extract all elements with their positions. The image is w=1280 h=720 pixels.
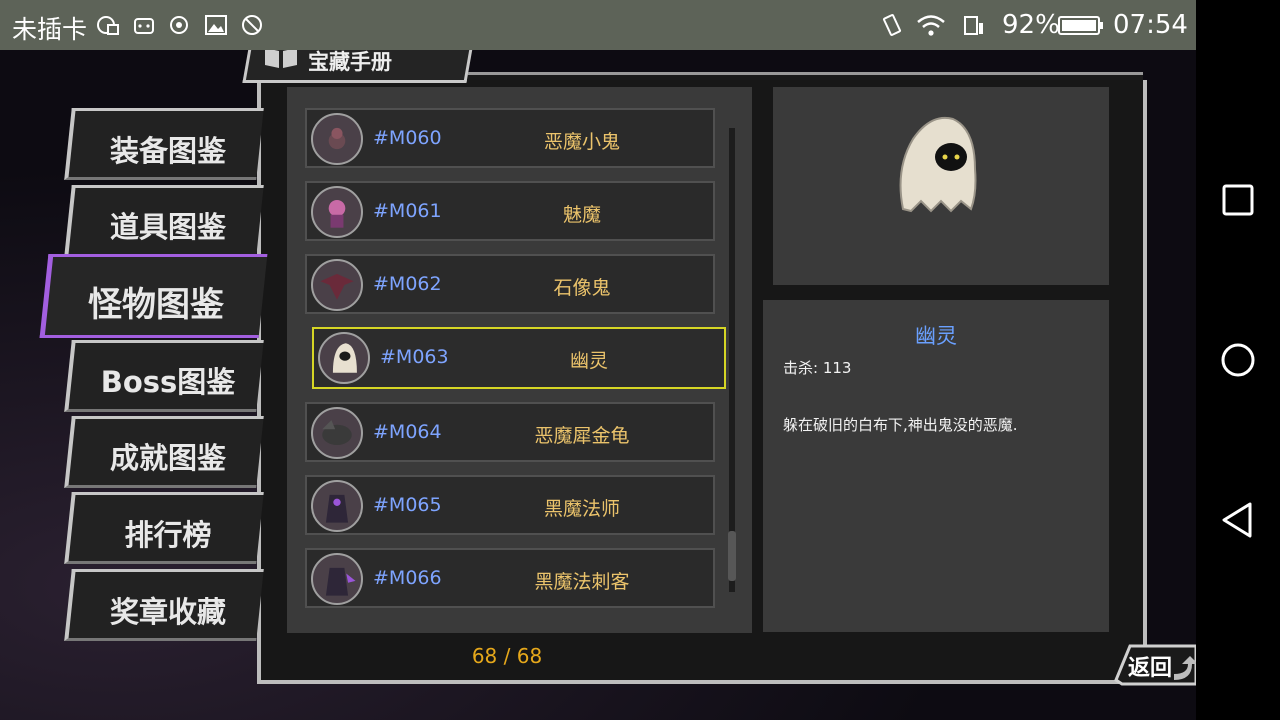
sidebar-item-label: Boss图鉴 <box>100 365 236 399</box>
sim-card-icon <box>97 16 119 35</box>
monster-code: #M060 <box>373 127 442 149</box>
monster-code: #M062 <box>373 273 442 295</box>
monster-name: 黑魔法刺客 <box>534 571 630 593</box>
vibrate-icon <box>882 14 902 36</box>
sidebar-item-label: 奖章收藏 <box>109 595 226 629</box>
monster-avatar-icon <box>311 113 363 165</box>
camera-ring-icon <box>170 16 188 34</box>
page-counter: 68 / 68 <box>471 644 543 668</box>
recent-apps-icon[interactable] <box>1214 176 1262 224</box>
monster-avatar-icon <box>311 553 363 605</box>
list-item[interactable]: #M066 黑魔法刺客 <box>305 548 715 608</box>
wifi-icon <box>917 15 945 36</box>
back-nav-icon[interactable] <box>1214 496 1262 544</box>
monster-code: #M063 <box>380 346 449 368</box>
page-title: 宝藏手册 <box>308 50 392 74</box>
scrollbar-track[interactable] <box>729 128 735 592</box>
navigation-bar <box>1196 0 1280 720</box>
monster-detail-name: 幽灵 <box>915 324 957 348</box>
monster-avatar-icon <box>311 407 363 459</box>
sidebar-item-label: 怪物图鉴 <box>88 285 224 325</box>
monster-avatar-icon <box>318 332 370 384</box>
carrier-label: 未插卡 <box>12 15 88 44</box>
monster-info-panel: 幽灵 击杀: 113 躲在破旧的白布下,神出鬼没的恶魔. <box>763 300 1109 632</box>
monster-name: 恶魔小鬼 <box>543 131 620 153</box>
battery-icon <box>1058 16 1103 35</box>
back-button-label: 返回 <box>1128 656 1173 681</box>
monster-name: 黑魔法师 <box>543 498 620 520</box>
list-item[interactable]: #M062 石像鬼 <box>305 254 715 314</box>
battery-percent: 92% <box>1002 10 1060 40</box>
clock: 07:54 <box>1113 10 1188 40</box>
status-bar: 未插卡 92% 07:54 <box>0 0 1196 50</box>
monster-portrait-panel <box>773 87 1109 285</box>
monster-name: 石像鬼 <box>553 277 611 299</box>
sidebar-item-label: 道具图鉴 <box>109 210 226 244</box>
monster-avatar-icon <box>311 480 363 532</box>
image-icon <box>205 15 227 35</box>
sidebar-item-label: 排行榜 <box>124 518 212 552</box>
monster-name: 魅魔 <box>562 204 601 226</box>
sidebar-item-label: 装备图鉴 <box>109 134 226 168</box>
list-item-selected[interactable]: #M063 幽灵 <box>312 327 726 389</box>
game-controller-icon <box>134 18 154 34</box>
monster-kill-count: 击杀: 113 <box>783 359 852 377</box>
monster-code: #M066 <box>373 567 442 589</box>
home-icon[interactable] <box>1214 336 1262 384</box>
no-disturb-icon <box>242 15 262 35</box>
monster-description: 躲在破旧的白布下,神出鬼没的恶魔. <box>783 416 1018 434</box>
list-item[interactable]: #M060 恶魔小鬼 <box>305 108 715 168</box>
monster-name: 恶魔犀金龟 <box>534 425 630 447</box>
monster-avatar-icon <box>311 186 363 238</box>
ghost-portrait-icon <box>899 117 977 213</box>
monster-code: #M064 <box>373 421 442 443</box>
monster-code: #M061 <box>373 200 442 222</box>
book-icon <box>265 50 297 68</box>
scrollbar-thumb[interactable] <box>728 531 736 581</box>
monster-code: #M065 <box>373 494 442 516</box>
monster-name: 幽灵 <box>569 350 608 372</box>
list-item[interactable]: #M065 黑魔法师 <box>305 475 715 535</box>
monster-avatar-icon <box>311 259 363 311</box>
game-screen: 宝藏手册 装备图鉴 道具图鉴 怪物图鉴 Boss图鉴 成就图鉴 排行榜 奖章收藏… <box>0 50 1196 720</box>
list-item[interactable]: #M061 魅魔 <box>305 181 715 241</box>
list-item[interactable]: #M064 恶魔犀金龟 <box>305 402 715 462</box>
sidebar-item-label: 成就图鉴 <box>109 441 226 475</box>
sim-signal-icon <box>964 16 983 35</box>
